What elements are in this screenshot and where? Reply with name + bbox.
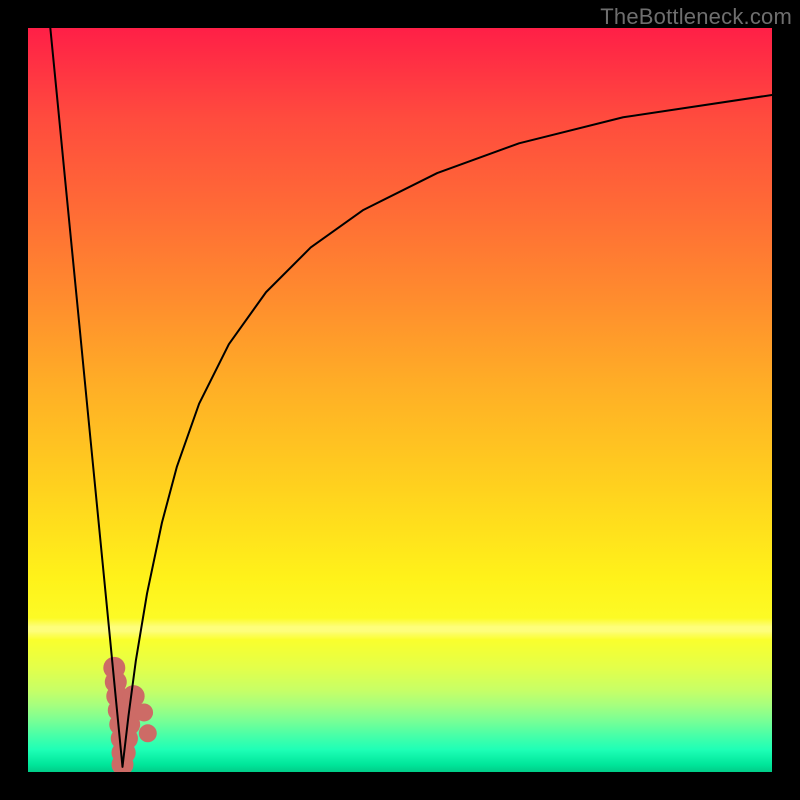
watermark-text: TheBottleneck.com	[600, 4, 792, 30]
plot-area	[28, 28, 772, 772]
marker-dot	[135, 703, 153, 721]
image-frame: TheBottleneck.com	[0, 0, 800, 800]
marker-group-coral-dots	[103, 657, 156, 772]
series-left-branch	[50, 28, 122, 767]
chart-svg	[28, 28, 772, 772]
marker-dot	[139, 724, 157, 742]
marker-dot	[123, 685, 145, 707]
series-right-branch	[122, 95, 772, 767]
